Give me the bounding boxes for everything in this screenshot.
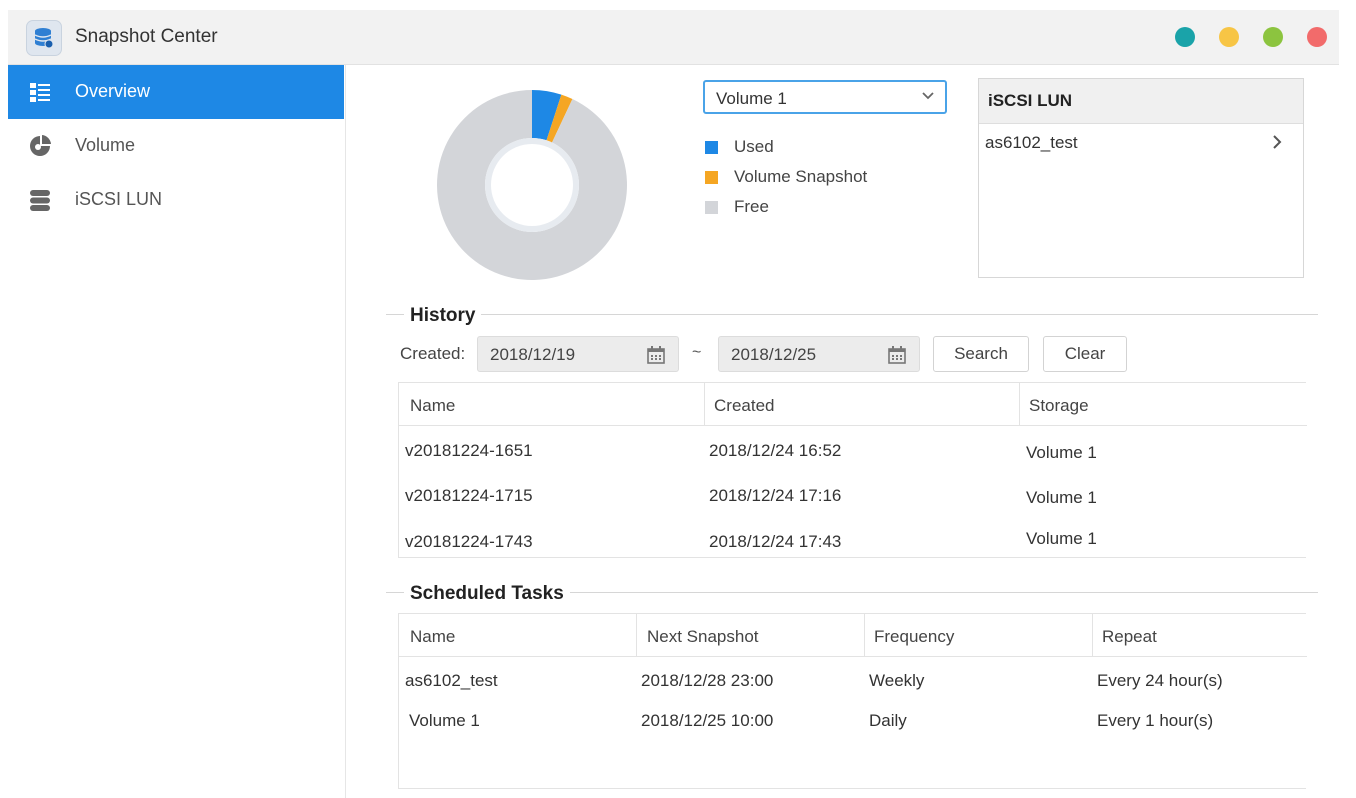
column-divider [636,614,637,656]
legend-swatch-free [705,201,718,214]
task-frequency: Daily [869,711,907,730]
scheduled-tasks-table: Name Next Snapshot Frequency Repeat as61… [398,613,1307,789]
snapshot-storage: Volume 1 [1026,443,1097,462]
calendar-icon[interactable] [887,345,907,365]
column-header-frequency[interactable]: Frequency [874,627,954,647]
overview-list-icon [30,83,50,102]
from-date-value: 2018/12/19 [490,345,576,364]
sidebar-item-label: Volume [75,135,136,155]
sidebar-item-volume[interactable]: Volume [8,119,344,173]
column-header-name[interactable]: Name [410,627,455,647]
task-next-snapshot: 2018/12/25 10:00 [641,711,774,730]
calendar-icon[interactable] [646,345,666,365]
legend-label: Used [734,137,774,156]
snapshot-storage: Volume 1 [1026,488,1097,507]
snapshot-created: 2018/12/24 16:52 [709,441,842,460]
sidebar-item-iscsi-lun[interactable]: iSCSI LUN [8,173,344,227]
donut-hole [491,144,573,226]
volume-usage-donut-chart [432,85,632,285]
volume-select-value: Volume 1 [716,89,787,108]
database-stack-icon [30,190,50,211]
snapshot-name: v20181224-1651 [405,441,533,460]
volume-select[interactable]: Volume 1 [703,80,947,114]
column-header-name[interactable]: Name [410,396,455,416]
scheduled-table-header: Name Next Snapshot Frequency Repeat [399,614,1307,657]
clear-button[interactable]: Clear [1043,336,1127,372]
chevron-right-icon [1273,135,1282,149]
lun-list-item[interactable]: as6102_test [979,131,1303,161]
history-section-title: History [404,305,482,327]
lun-name: as6102_test [985,133,1078,152]
iscsi-lun-panel-header: iSCSI LUN [979,79,1303,124]
iscsi-lun-panel-title: iSCSI LUN [988,91,1073,110]
date-range-separator: ~ [692,344,702,361]
column-divider [704,383,705,425]
column-header-repeat[interactable]: Repeat [1102,627,1157,647]
sidebar: Overview Volume iSCSI LUN [8,65,346,798]
snapshot-created: 2018/12/24 17:16 [709,486,842,505]
donut-svg [437,90,627,280]
search-button[interactable]: Search [933,336,1029,372]
column-header-next-snapshot[interactable]: Next Snapshot [647,627,759,647]
snapshot-storage: Volume 1 [1026,529,1097,548]
snapshot-center-app-icon [26,20,62,56]
volume-pie-icon [30,135,51,156]
snapshot-created: 2018/12/24 17:43 [709,532,842,551]
history-table: Name Created Storage v20181224-1651 2018… [398,382,1307,558]
window-title: Snapshot Center [75,26,218,47]
history-table-header: Name Created Storage [399,383,1307,426]
to-date-value: 2018/12/25 [731,345,817,364]
task-repeat: Every 1 hour(s) [1097,711,1214,730]
window-close-button[interactable] [1307,27,1327,47]
chevron-down-icon [922,92,934,100]
legend-swatch-volume-snapshot [705,171,718,184]
sidebar-item-overview[interactable]: Overview [8,65,344,119]
scheduled-section-title: Scheduled Tasks [404,583,570,605]
legend-swatch-used [705,141,718,154]
iscsi-lun-panel: iSCSI LUN as6102_test [978,78,1304,278]
window-maximize-button[interactable] [1263,27,1283,47]
window-teal-button[interactable] [1175,27,1195,47]
task-frequency: Weekly [869,671,925,690]
snapshot-name: v20181224-1743 [405,532,533,551]
task-name: Volume 1 [409,711,480,730]
column-divider [1092,614,1093,656]
task-next-snapshot: 2018/12/28 23:00 [641,671,774,690]
column-divider [1019,383,1020,425]
created-filter-label: Created: [400,344,466,363]
title-bar: Snapshot Center [8,10,1339,65]
sidebar-item-label: iSCSI LUN [75,189,163,209]
column-divider [864,614,865,656]
task-name: as6102_test [405,671,498,690]
created-to-date-field[interactable]: 2018/12/25 [718,336,920,372]
window-minimize-button[interactable] [1219,27,1239,47]
task-repeat: Every 24 hour(s) [1097,671,1223,690]
column-header-storage[interactable]: Storage [1029,396,1089,416]
snapshot-name: v20181224-1715 [405,486,533,505]
column-header-created[interactable]: Created [714,396,774,416]
created-from-date-field[interactable]: 2018/12/19 [477,336,679,372]
legend-label: Volume Snapshot [734,167,868,186]
legend-label: Free [734,197,769,216]
history-section-divider [386,314,1318,315]
sidebar-item-label: Overview [75,81,151,101]
